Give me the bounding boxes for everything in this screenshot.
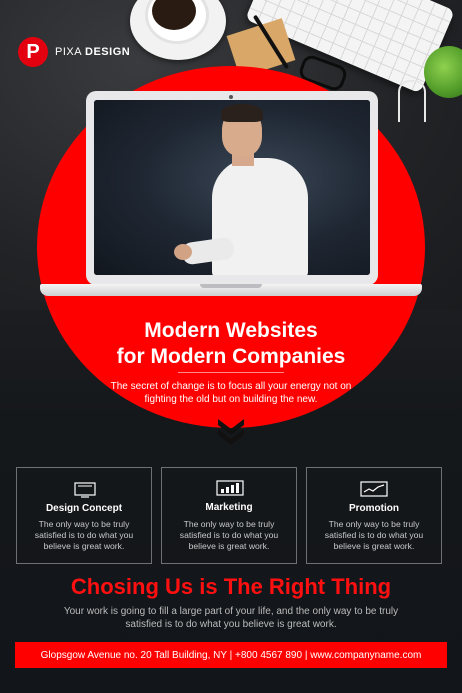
card-title: Marketing [205,502,253,513]
service-card-marketing: Marketing The only way to be truly satis… [161,467,297,564]
monitor-icon [74,482,96,498]
earbuds-image [398,80,426,122]
businessman-photo [94,100,370,275]
service-card-design-concept: Design Concept The only way to be truly … [16,467,152,564]
hero-subtext: The secret of change is to focus all you… [110,381,352,405]
card-text: The only way to be truly satisfied is to… [34,519,134,551]
card-text: The only way to be truly satisfied is to… [179,519,279,551]
service-card-promotion: Promotion The only way to be truly satis… [306,467,442,564]
laptop-camera [229,95,233,99]
brand-name-part2: DESIGN [85,46,131,58]
card-title: Design Concept [45,503,123,514]
headline-divider [178,372,284,373]
poster: P PIXA DESIGN Modern Websites for Modern… [0,0,462,693]
man-hair [221,104,263,122]
laptop-notch [200,284,262,288]
bar-chart-icon [216,480,244,496]
headline-line1: Modern Websites [144,319,318,342]
logo-letter: P [26,40,40,63]
card-text: The only way to be truly satisfied is to… [324,519,424,551]
man-hand [174,244,192,260]
logo-icon: P [18,37,48,67]
brand-name: PIXA DESIGN [55,46,130,58]
laptop-screen [94,100,370,275]
cta-title: Chosing Us is The Right Thing [70,574,392,599]
cta-text: Your work is going to fill a large part … [63,606,399,630]
line-chart-icon [360,481,388,497]
contact-bar: Glopsgow Avenue no. 20 Tall Building, NY… [15,642,447,668]
chevron-down-icon [218,419,244,445]
card-title: Promotion [349,503,399,514]
headline-line2: for Modern Companies [116,345,346,368]
brand-name-part1: PIXA [55,46,82,58]
contact-info: Glopsgow Avenue no. 20 Tall Building, NY… [40,649,422,661]
